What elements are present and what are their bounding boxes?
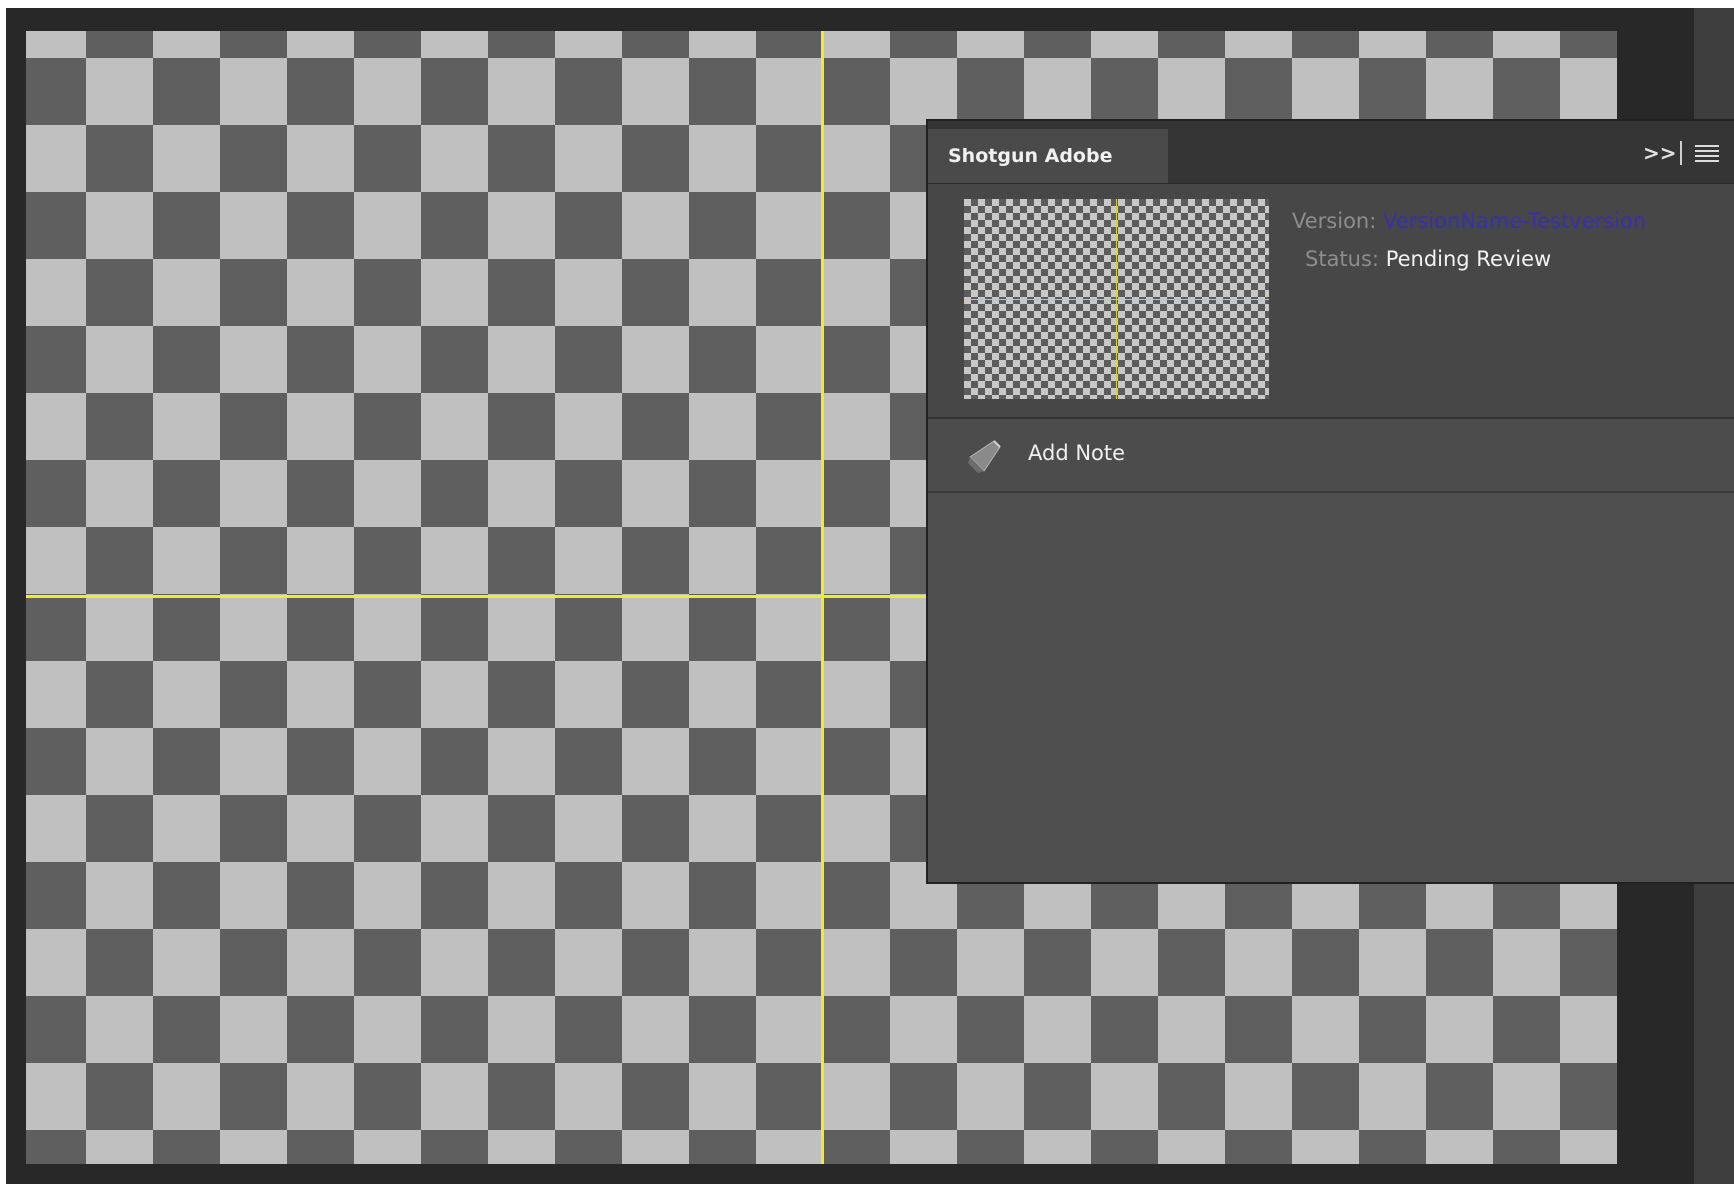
add-note-label: Add Note bbox=[1028, 441, 1126, 465]
panel-menu-icon[interactable] bbox=[1695, 145, 1719, 163]
status-value: Pending Review bbox=[1385, 247, 1552, 271]
add-note-button[interactable]: Add Note bbox=[928, 419, 1734, 493]
version-row: Version: VersionName-Testversion bbox=[1292, 209, 1646, 233]
collapse-panel-icon[interactable]: >> bbox=[1643, 141, 1677, 165]
panel-tab-bar: Shotgun Adobe Panel >> bbox=[928, 121, 1734, 221]
tab-divider bbox=[1680, 141, 1682, 165]
status-row: Status: Pending Review bbox=[1305, 247, 1551, 271]
status-label: Status: bbox=[1305, 247, 1379, 271]
version-label: Version: bbox=[1292, 209, 1377, 233]
version-info-section: Version: VersionName-Testversion Status:… bbox=[928, 184, 1734, 419]
version-link[interactable]: VersionName-Testversion bbox=[1383, 209, 1646, 233]
version-thumbnail bbox=[964, 199, 1269, 399]
shotgun-panel: Shotgun Adobe Panel >> Version: VersionN… bbox=[926, 119, 1734, 884]
note-pencil-icon bbox=[964, 437, 1004, 477]
panel-tab[interactable]: Shotgun Adobe Panel bbox=[928, 129, 1168, 221]
